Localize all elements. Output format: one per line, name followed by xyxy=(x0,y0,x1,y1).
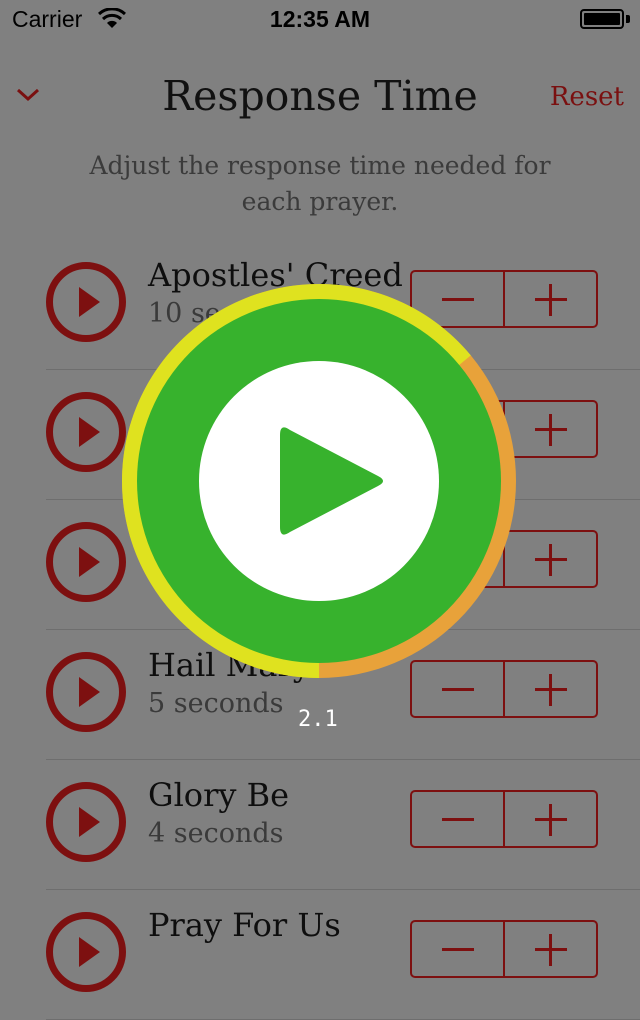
play-prayer-button[interactable] xyxy=(46,392,126,472)
decrease-button[interactable] xyxy=(412,922,503,976)
play-icon xyxy=(79,287,100,317)
prayer-row: Pray For Us xyxy=(0,890,640,1020)
time-stepper xyxy=(410,790,598,848)
play-icon xyxy=(79,417,100,447)
clock: 12:35 AM xyxy=(269,6,371,32)
play-prayer-button[interactable] xyxy=(46,522,126,602)
play-prayer-button[interactable] xyxy=(46,912,126,992)
prayer-seconds: 4 seconds xyxy=(148,818,284,849)
play-icon xyxy=(79,937,100,967)
play-prayer-button[interactable] xyxy=(46,262,126,342)
prayer-name: Pray For Us xyxy=(148,906,341,944)
increase-button[interactable] xyxy=(503,922,596,976)
prayer-name: Glory Be xyxy=(148,776,290,814)
play-icon xyxy=(79,807,100,837)
reset-button[interactable]: Reset xyxy=(550,82,624,112)
play-icon xyxy=(79,547,100,577)
increase-button[interactable] xyxy=(503,792,596,846)
decrease-button[interactable] xyxy=(412,792,503,846)
page-title: Response Time xyxy=(162,72,478,120)
play-icon xyxy=(79,677,100,707)
page-subtitle: Adjust the response time needed for each… xyxy=(89,151,551,216)
countdown-counter: 2.1 xyxy=(298,707,338,732)
time-stepper xyxy=(410,920,598,978)
status-bar: Carrier 12:35 AM xyxy=(0,0,640,40)
play-prayer-button[interactable] xyxy=(46,652,126,732)
battery-nub xyxy=(626,15,630,23)
prayer-row: Glory Be 4 seconds xyxy=(0,760,640,890)
battery-icon xyxy=(580,9,624,29)
prayer-seconds: 5 seconds xyxy=(148,688,284,719)
play-prayer-button[interactable] xyxy=(46,782,126,862)
countdown-play-overlay[interactable] xyxy=(118,280,520,682)
